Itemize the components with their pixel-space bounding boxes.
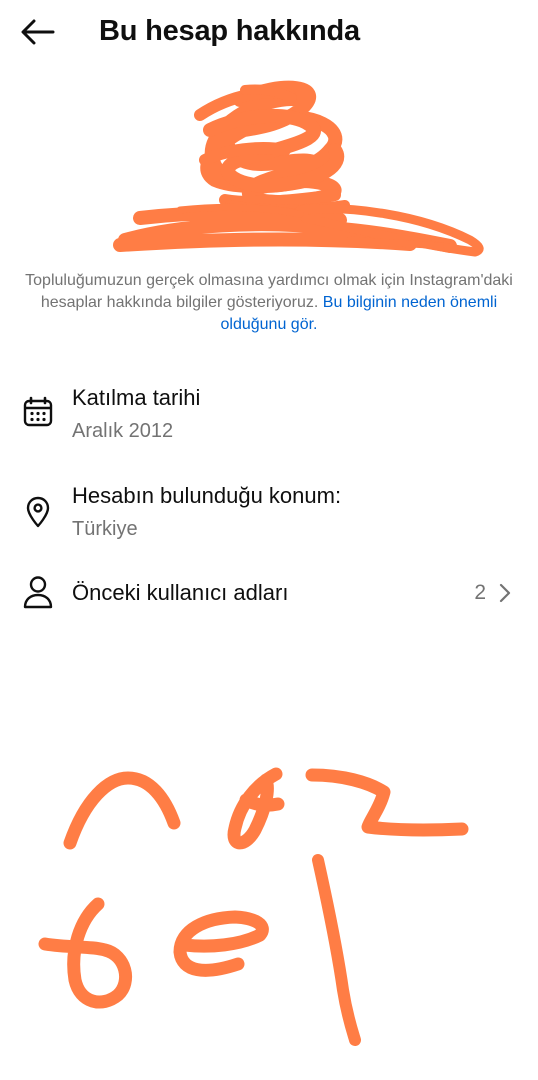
back-button[interactable] — [18, 14, 58, 50]
page-title: Bu hesap hakkında — [99, 15, 360, 47]
location-pin-icon — [20, 494, 56, 530]
former-usernames-count: 2 — [474, 581, 486, 604]
location-label: Hesabın bulunduğu konum: — [72, 483, 342, 508]
location-row: Hesabın bulunduğu konum: Türkiye — [0, 478, 538, 548]
arrow-left-icon — [21, 19, 55, 45]
info-paragraph: Topluluğumuzun gerçek olmasına yardımcı … — [20, 270, 518, 336]
former-usernames-label: Önceki kullanıcı adları — [72, 580, 289, 605]
join-date-value: Aralık 2012 — [72, 420, 174, 442]
former-usernames-row[interactable]: Önceki kullanıcı adları 2 — [0, 572, 538, 616]
chevron-right-icon — [496, 578, 514, 608]
calendar-icon — [20, 394, 56, 430]
join-date-row: Katılma tarihi Aralık 2012 — [0, 380, 538, 450]
join-date-label: Katılma tarihi — [72, 385, 201, 410]
location-value: Türkiye — [72, 518, 138, 540]
header-bar: Bu hesap hakkında — [0, 0, 538, 62]
person-icon — [20, 574, 56, 610]
